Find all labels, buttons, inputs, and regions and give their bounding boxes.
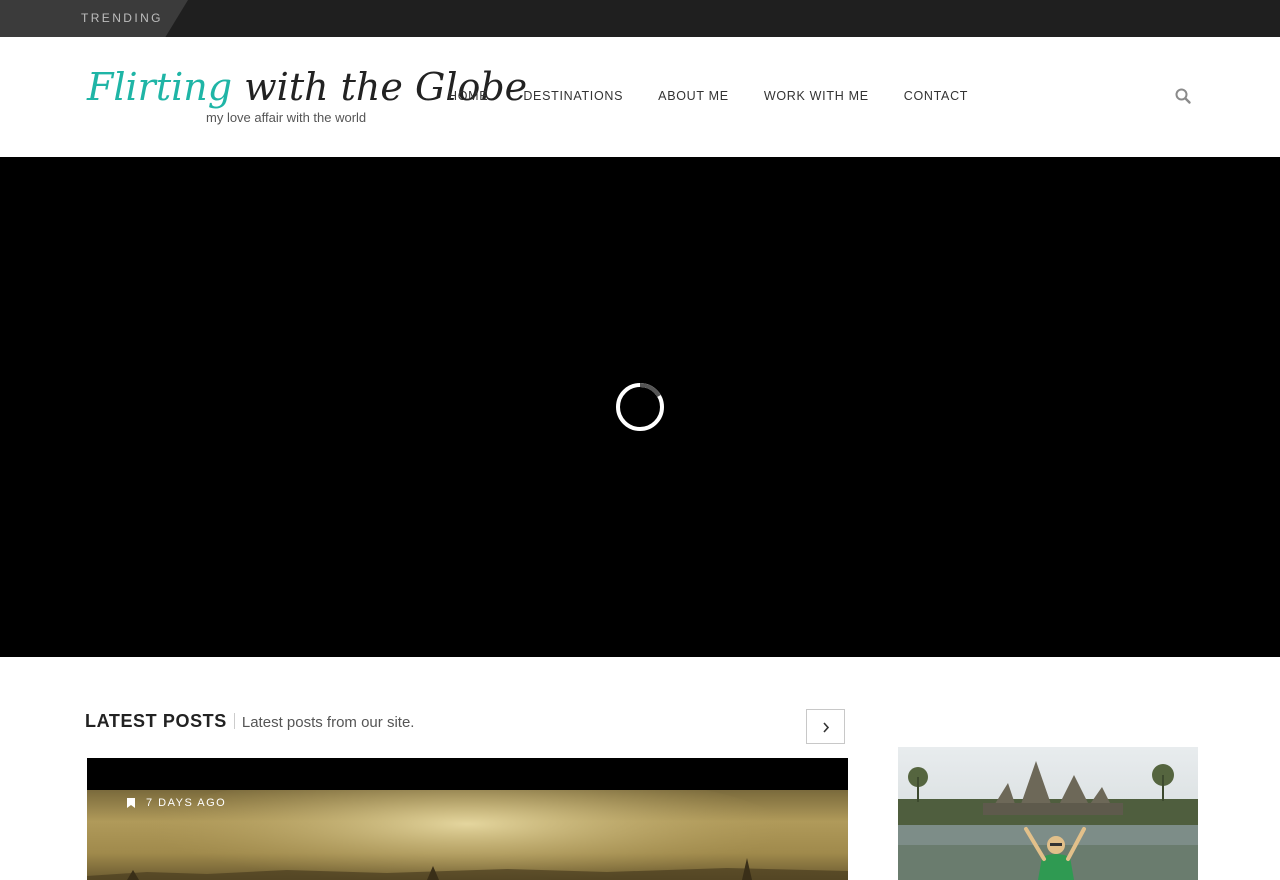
- nav-item-home[interactable]: HOME: [448, 89, 488, 105]
- photo: [898, 747, 1198, 880]
- trending-bar: TRENDING: [0, 0, 1280, 37]
- latest-posts-subtitle: Latest posts from our site.: [241, 714, 415, 731]
- logo-script-accent: Flirting: [87, 65, 233, 109]
- posts-next-button[interactable]: [806, 709, 845, 744]
- bookmark-icon: [127, 798, 135, 808]
- main-nav: HOME DESTINATIONS ABOUT ME WORK WITH ME …: [448, 89, 1003, 105]
- post-card[interactable]: 7 DAYS AGO: [87, 758, 848, 880]
- logo-tagline: my love affair with the world: [206, 110, 367, 125]
- latest-posts-title: LATEST POSTS: [85, 711, 227, 731]
- trending-label[interactable]: TRENDING: [81, 11, 163, 25]
- search-icon: [1175, 88, 1191, 104]
- hero-slider[interactable]: [0, 157, 1280, 657]
- latest-posts-header: LATEST POSTS Latest posts from our site.: [85, 711, 414, 732]
- chevron-right-icon: [823, 722, 830, 733]
- nav-item-contact[interactable]: CONTACT: [904, 89, 968, 105]
- site-logo[interactable]: Flirting with the Globe my love affair w…: [87, 63, 527, 133]
- nav-item-about-me[interactable]: ABOUT ME: [658, 89, 729, 105]
- nav-item-destinations[interactable]: DESTINATIONS: [523, 89, 623, 105]
- sidebar-photo[interactable]: [898, 747, 1198, 880]
- post-date: 7 DAYS AGO: [146, 797, 227, 809]
- search-button[interactable]: [1174, 87, 1192, 105]
- nav-item-work-with-me[interactable]: WORK WITH ME: [764, 89, 869, 105]
- post-meta: 7 DAYS AGO: [127, 797, 226, 809]
- title-divider: [233, 713, 235, 729]
- loading-spinner-icon: [616, 383, 664, 431]
- site-header: Flirting with the Globe my love affair w…: [0, 37, 1280, 157]
